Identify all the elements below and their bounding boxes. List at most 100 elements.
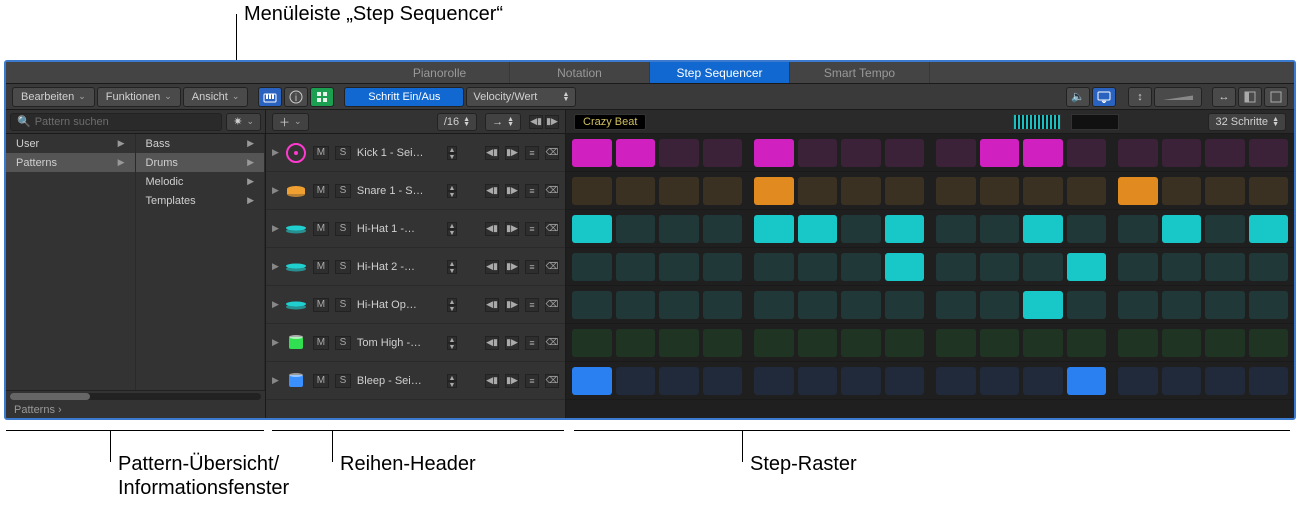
tab-step-sequencer[interactable]: Step Sequencer (650, 62, 790, 83)
tab-notation[interactable]: Notation (510, 62, 650, 83)
step-cell[interactable] (798, 329, 838, 357)
step-cell[interactable] (1118, 215, 1158, 243)
step-cell[interactable] (1023, 291, 1063, 319)
step-cell[interactable] (572, 177, 612, 205)
disclosure-icon[interactable]: ▶ (272, 185, 279, 196)
step-cell[interactable] (980, 177, 1020, 205)
zoom-slider[interactable] (1154, 87, 1202, 107)
step-cell[interactable] (616, 329, 656, 357)
pattern-actions-menu[interactable]: ✷⌄ (226, 113, 261, 131)
step-cell[interactable] (703, 139, 743, 167)
browser-item-bass[interactable]: Bass▶ (136, 134, 265, 153)
browser-scrollbar[interactable] (10, 393, 261, 400)
step-cell[interactable] (1023, 215, 1063, 243)
mute-button[interactable]: M (313, 184, 329, 198)
step-cell[interactable] (1067, 253, 1107, 281)
step-cell[interactable] (1067, 177, 1107, 205)
step-right-button[interactable]: ▮▶ (505, 222, 519, 236)
step-cell[interactable] (885, 329, 925, 357)
step-cell[interactable] (1162, 291, 1202, 319)
midi-out-button[interactable] (1092, 87, 1116, 107)
step-cell[interactable] (980, 215, 1020, 243)
step-cell[interactable] (1118, 329, 1158, 357)
step-cell[interactable] (1249, 291, 1289, 319)
step-cell[interactable] (936, 139, 976, 167)
panel-right-button[interactable] (1264, 87, 1288, 107)
step-cell[interactable] (841, 329, 881, 357)
step-cell[interactable] (980, 291, 1020, 319)
disclosure-icon[interactable]: ▶ (272, 223, 279, 234)
step-cell[interactable] (798, 291, 838, 319)
step-cell[interactable] (703, 253, 743, 281)
step-cell[interactable] (1162, 177, 1202, 205)
solo-button[interactable]: S (335, 374, 351, 388)
disclosure-icon[interactable]: ▶ (272, 375, 279, 386)
row-stepper[interactable]: ▲▼ (447, 146, 457, 160)
pattern-overview-a[interactable] (1013, 114, 1061, 130)
step-cell[interactable] (703, 329, 743, 357)
step-right-button[interactable]: ▮▶ (505, 298, 519, 312)
mute-button[interactable]: M (313, 298, 329, 312)
step-cell[interactable] (841, 367, 881, 395)
row-stepper[interactable]: ▲▼ (447, 336, 457, 350)
row-delete-button[interactable]: ⌫ (545, 374, 559, 388)
mode-select[interactable]: Velocity/Wert ▲▼ (466, 87, 576, 107)
hzoom-button[interactable]: ↔ (1212, 87, 1236, 107)
step-cell[interactable] (616, 367, 656, 395)
row-settings-button[interactable]: ≡ (525, 222, 539, 236)
row-name[interactable]: Hi-Hat 2 -… (357, 261, 441, 273)
step-cell[interactable] (703, 215, 743, 243)
step-cell[interactable] (703, 291, 743, 319)
play-mode-select[interactable]: →▲▼ (485, 113, 521, 131)
step-cell[interactable] (754, 253, 794, 281)
step-cell[interactable] (841, 253, 881, 281)
step-cell[interactable] (980, 329, 1020, 357)
step-cell[interactable] (1249, 329, 1289, 357)
step-cell[interactable] (936, 291, 976, 319)
step-cell[interactable] (1023, 177, 1063, 205)
live-loops-button[interactable] (310, 87, 334, 107)
step-cell[interactable] (703, 177, 743, 205)
step-cell[interactable] (1162, 139, 1202, 167)
step-left-button[interactable]: ◀▮ (485, 374, 499, 388)
info-button[interactable]: i (284, 87, 308, 107)
midi-in-button[interactable] (258, 87, 282, 107)
step-cell[interactable] (659, 253, 699, 281)
step-cell[interactable] (885, 215, 925, 243)
step-cell[interactable] (1205, 291, 1245, 319)
step-cell[interactable] (936, 215, 976, 243)
step-cell[interactable] (616, 291, 656, 319)
step-right-button[interactable]: ▮▶ (505, 146, 519, 160)
browser-item-drums[interactable]: Drums▶ (136, 153, 265, 172)
mute-button[interactable]: M (313, 260, 329, 274)
step-cell[interactable] (936, 253, 976, 281)
step-cell[interactable] (1023, 367, 1063, 395)
step-cell[interactable] (1249, 215, 1289, 243)
step-cell[interactable] (1162, 215, 1202, 243)
step-cell[interactable] (1118, 253, 1158, 281)
step-cell[interactable] (980, 367, 1020, 395)
step-cell[interactable] (1118, 367, 1158, 395)
step-cell[interactable] (754, 215, 794, 243)
step-cell[interactable] (1162, 253, 1202, 281)
row-stepper[interactable]: ▲▼ (447, 374, 457, 388)
step-cell[interactable] (1118, 291, 1158, 319)
row-settings-button[interactable]: ≡ (525, 260, 539, 274)
step-cell[interactable] (703, 367, 743, 395)
step-cell[interactable] (1023, 253, 1063, 281)
row-delete-button[interactable]: ⌫ (545, 260, 559, 274)
step-cell[interactable] (1067, 215, 1107, 243)
disclosure-icon[interactable]: ▶ (272, 147, 279, 158)
row-delete-button[interactable]: ⌫ (545, 146, 559, 160)
step-cell[interactable] (1118, 177, 1158, 205)
row-stepper[interactable]: ▲▼ (447, 184, 457, 198)
row-delete-button[interactable]: ⌫ (545, 298, 559, 312)
solo-button[interactable]: S (335, 336, 351, 350)
step-cell[interactable] (616, 139, 656, 167)
step-cell[interactable] (841, 291, 881, 319)
step-cell[interactable] (1067, 367, 1107, 395)
step-left-button[interactable]: ◀▮ (485, 146, 499, 160)
step-cell[interactable] (659, 215, 699, 243)
disclosure-icon[interactable]: ▶ (272, 337, 279, 348)
division-select[interactable]: /16▲▼ (437, 113, 477, 131)
